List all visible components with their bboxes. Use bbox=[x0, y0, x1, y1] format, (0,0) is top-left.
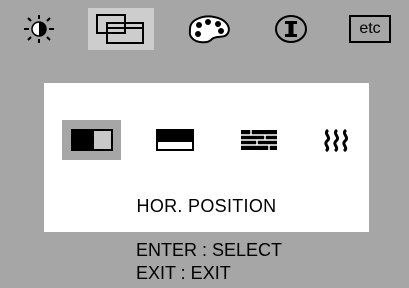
moire-item[interactable] bbox=[314, 120, 358, 160]
phase-icon bbox=[241, 130, 277, 150]
tab-brightness[interactable] bbox=[16, 8, 62, 50]
ver-position-item[interactable] bbox=[148, 120, 202, 160]
tab-position[interactable] bbox=[88, 8, 154, 50]
etc-label: etc bbox=[349, 15, 391, 43]
osd-tab-bar: etc bbox=[0, 0, 409, 60]
info-icon bbox=[275, 15, 307, 43]
tab-information[interactable] bbox=[266, 8, 316, 50]
phase-item[interactable] bbox=[232, 120, 286, 160]
sun-icon bbox=[24, 15, 54, 43]
hor-position-item[interactable] bbox=[62, 120, 121, 160]
color-palette-icon bbox=[188, 15, 230, 44]
enter-select-hint: ENTER : SELECT bbox=[136, 240, 283, 260]
position-window-icon bbox=[96, 14, 144, 44]
hor-position-icon bbox=[70, 129, 113, 151]
position-submenu-panel: HOR. POSITION bbox=[44, 83, 369, 232]
moire-icon bbox=[324, 128, 349, 153]
exit-hint: EXIT : EXIT bbox=[136, 263, 231, 283]
submenu-item-label: HOR. POSITION bbox=[136, 196, 277, 216]
tab-color[interactable] bbox=[182, 8, 236, 50]
ver-position-icon bbox=[156, 129, 194, 151]
tab-etc[interactable]: etc bbox=[344, 8, 396, 50]
